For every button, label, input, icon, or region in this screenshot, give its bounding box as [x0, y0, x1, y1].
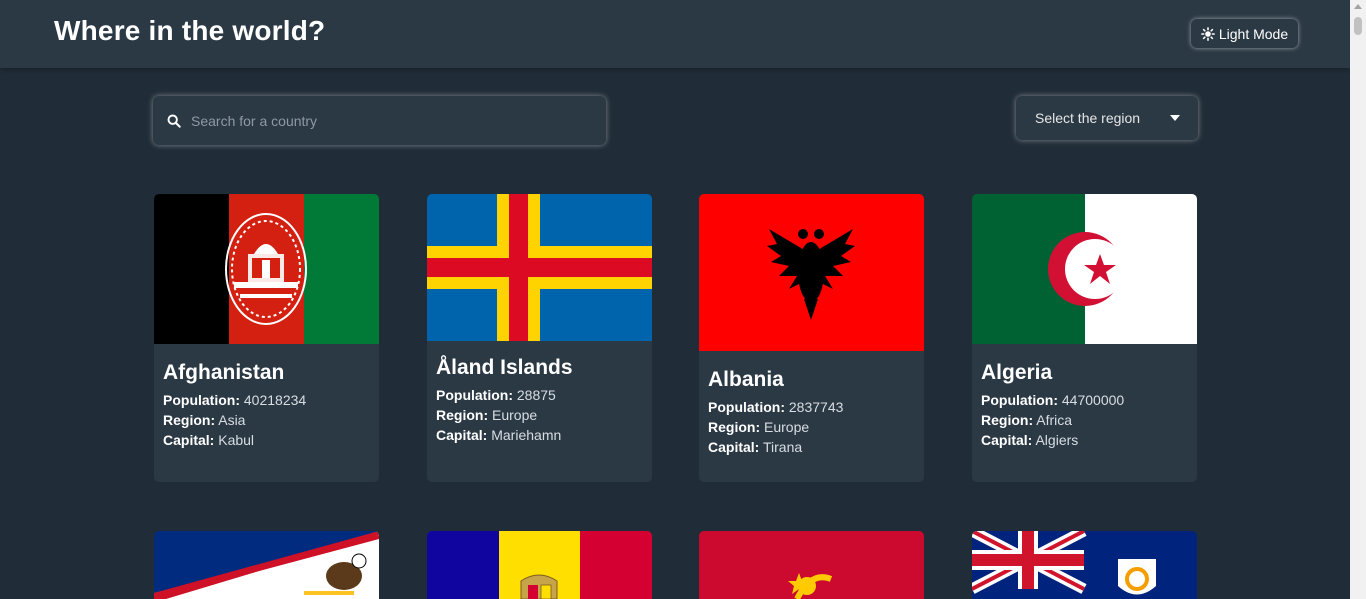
- site-header: Where in the world? Light Mode: [0, 0, 1350, 68]
- sun-icon: [1200, 26, 1215, 41]
- flag-image-anguilla: [972, 531, 1197, 599]
- flag-image-aland-islands: [427, 194, 652, 341]
- country-population: Population: 2837743: [708, 397, 915, 417]
- capital-label: Capital:: [981, 432, 1033, 448]
- flag-image-afghanistan: [154, 194, 379, 344]
- flag-image-algeria: [972, 194, 1197, 344]
- country-card-albania[interactable]: Albania Population: 2837743 Region: Euro…: [699, 194, 924, 482]
- flag-image-albania: [699, 194, 924, 351]
- light-mode-label: Light Mode: [1218, 25, 1289, 42]
- capital-value: Kabul: [218, 432, 255, 448]
- scrollbar-thumb[interactable]: [1354, 17, 1362, 35]
- country-region: Region: Asia: [163, 410, 370, 430]
- region-label: Region:: [163, 412, 216, 428]
- capital-label: Capital:: [163, 432, 215, 448]
- scroll-up-arrow-icon[interactable]: [1354, 4, 1362, 9]
- country-region: Region: Africa: [981, 410, 1188, 430]
- region-value: Europe: [764, 419, 810, 435]
- population-value: 28875: [516, 387, 556, 403]
- flag-image-american-samoa: [154, 531, 379, 599]
- population-label: Population:: [163, 392, 240, 408]
- country-population: Population: 40218234: [163, 390, 370, 410]
- population-value: 40218234: [243, 392, 307, 408]
- country-capital: Capital: Algiers: [981, 430, 1188, 450]
- country-card-american-samoa[interactable]: [154, 531, 379, 599]
- region-value: Europe: [492, 407, 538, 423]
- page-scrollbar[interactable]: [1350, 0, 1366, 599]
- capital-value: Mariehamn: [491, 427, 562, 443]
- country-capital: Capital: Kabul: [163, 430, 370, 450]
- country-card-andorra[interactable]: [427, 531, 652, 599]
- country-card-aland-islands[interactable]: Åland Islands Population: 28875 Region: …: [427, 194, 652, 482]
- country-capital: Capital: Mariehamn: [436, 425, 643, 445]
- population-label: Population:: [981, 392, 1058, 408]
- population-label: Population:: [436, 387, 513, 403]
- capital-value: Tirana: [762, 439, 803, 455]
- flag-image-angola: [699, 531, 924, 599]
- capital-label: Capital:: [436, 427, 488, 443]
- caret-down-icon: [1170, 115, 1180, 121]
- search-input[interactable]: [191, 112, 571, 129]
- country-card-algeria[interactable]: Algeria Population: 44700000 Region: Afr…: [972, 194, 1197, 482]
- region-select[interactable]: Select the region: [1016, 96, 1198, 140]
- site-title: Where in the world?: [54, 15, 326, 46]
- flag-image-andorra: [427, 531, 652, 599]
- country-name: Albania: [708, 368, 784, 391]
- country-card-angola[interactable]: [699, 531, 924, 599]
- country-region: Region: Europe: [708, 417, 915, 437]
- region-label: Region:: [708, 419, 761, 435]
- region-label: Region:: [436, 407, 489, 423]
- population-value: 44700000: [1061, 392, 1125, 408]
- search-box[interactable]: [153, 96, 606, 145]
- country-population: Population: 44700000: [981, 390, 1188, 410]
- country-card-afghanistan[interactable]: Afghanistan Population: 40218234 Region:…: [154, 194, 379, 482]
- light-mode-button[interactable]: Light Mode: [1191, 19, 1298, 48]
- region-select-label: Select the region: [1035, 110, 1141, 126]
- capital-value: Algiers: [1035, 432, 1079, 448]
- region-label: Region:: [981, 412, 1034, 428]
- country-name: Algeria: [981, 361, 1053, 384]
- country-card-anguilla[interactable]: [972, 531, 1197, 599]
- country-capital: Capital: Tirana: [708, 437, 915, 457]
- search-icon: [167, 114, 181, 128]
- country-population: Population: 28875: [436, 385, 643, 405]
- region-value: Africa: [1036, 412, 1073, 428]
- population-label: Population:: [708, 399, 785, 415]
- country-name: Åland Islands: [436, 356, 573, 379]
- country-name: Afghanistan: [163, 361, 285, 384]
- population-value: 2837743: [788, 399, 844, 415]
- region-value: Asia: [218, 412, 246, 428]
- country-region: Region: Europe: [436, 405, 643, 425]
- capital-label: Capital:: [708, 439, 760, 455]
